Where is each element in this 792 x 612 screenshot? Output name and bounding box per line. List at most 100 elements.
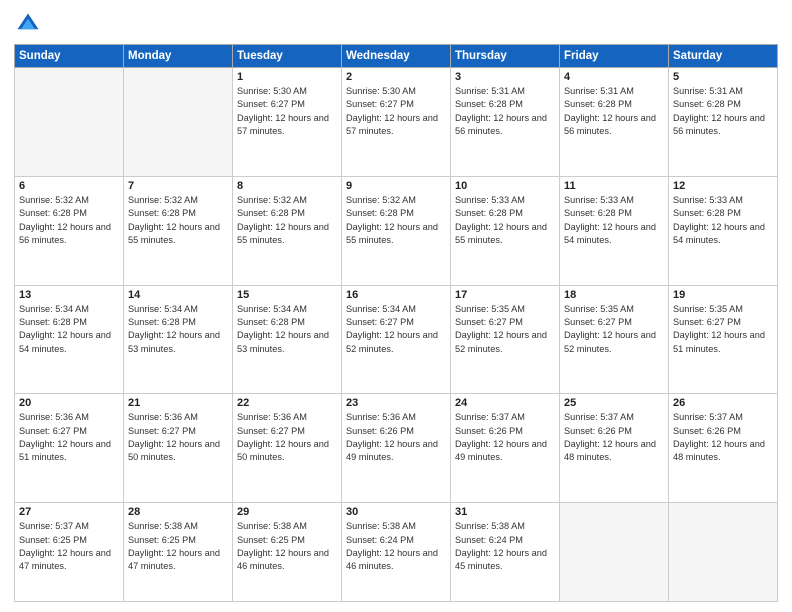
day-info: Sunrise: 5:33 AMSunset: 6:28 PMDaylight:… bbox=[455, 194, 555, 247]
week-row-3: 13 Sunrise: 5:34 AMSunset: 6:28 PMDayligh… bbox=[15, 285, 778, 394]
day-info: Sunrise: 5:38 AMSunset: 6:24 PMDaylight:… bbox=[346, 520, 446, 573]
weekday-header-wednesday: Wednesday bbox=[342, 45, 451, 68]
weekday-header-friday: Friday bbox=[560, 45, 669, 68]
day-info: Sunrise: 5:34 AMSunset: 6:28 PMDaylight:… bbox=[19, 303, 119, 356]
day-number: 20 bbox=[19, 397, 119, 409]
day-info: Sunrise: 5:32 AMSunset: 6:28 PMDaylight:… bbox=[19, 194, 119, 247]
day-number: 4 bbox=[564, 71, 664, 83]
calendar-cell: 19Sunrise: 5:35 AMSunset: 6:27 PMDayligh… bbox=[669, 285, 778, 394]
calendar-cell: 17 Sunrise: 5:35 AMSunset: 6:27 PMDayligh… bbox=[451, 285, 560, 394]
day-info: Sunrise: 5:35 AMSunset: 6:27 PMDaylight:… bbox=[564, 303, 664, 356]
day-number: 16 bbox=[346, 289, 446, 301]
day-number: 2 bbox=[346, 71, 446, 83]
day-number: 9 bbox=[346, 180, 446, 192]
day-info: Sunrise: 5:34 AMSunset: 6:28 PMDaylight:… bbox=[128, 303, 228, 356]
day-number: 14 bbox=[128, 289, 228, 301]
day-number: 17 bbox=[455, 289, 555, 301]
day-number: 24 bbox=[455, 397, 555, 409]
day-number: 7 bbox=[128, 180, 228, 192]
calendar-cell: 14 Sunrise: 5:34 AMSunset: 6:28 PMDayligh… bbox=[124, 285, 233, 394]
day-info: Sunrise: 5:31 AMSunset: 6:28 PMDaylight:… bbox=[673, 85, 773, 138]
day-info: Sunrise: 5:37 AMSunset: 6:25 PMDaylight:… bbox=[19, 520, 119, 573]
calendar-cell: 13 Sunrise: 5:34 AMSunset: 6:28 PMDayligh… bbox=[15, 285, 124, 394]
calendar-cell bbox=[15, 68, 124, 177]
calendar-cell: 4 Sunrise: 5:31 AMSunset: 6:28 PMDaylight… bbox=[560, 68, 669, 177]
calendar-cell: 12 Sunrise: 5:33 AMSunset: 6:28 PMDayligh… bbox=[669, 176, 778, 285]
calendar-cell: 24 Sunrise: 5:37 AMSunset: 6:26 PMDayligh… bbox=[451, 394, 560, 503]
week-row-5: 27Sunrise: 5:37 AMSunset: 6:25 PMDayligh… bbox=[15, 503, 778, 602]
day-number: 5 bbox=[673, 71, 773, 83]
calendar-cell: 25 Sunrise: 5:37 AMSunset: 6:26 PMDayligh… bbox=[560, 394, 669, 503]
week-row-2: 6 Sunrise: 5:32 AMSunset: 6:28 PMDaylight… bbox=[15, 176, 778, 285]
calendar-cell: 6 Sunrise: 5:32 AMSunset: 6:28 PMDaylight… bbox=[15, 176, 124, 285]
day-info: Sunrise: 5:32 AMSunset: 6:28 PMDaylight:… bbox=[237, 194, 337, 247]
calendar-cell: 21Sunrise: 5:36 AMSunset: 6:27 PMDayligh… bbox=[124, 394, 233, 503]
day-info: Sunrise: 5:32 AMSunset: 6:28 PMDaylight:… bbox=[128, 194, 228, 247]
day-number: 3 bbox=[455, 71, 555, 83]
day-number: 15 bbox=[237, 289, 337, 301]
calendar-cell: 8 Sunrise: 5:32 AMSunset: 6:28 PMDaylight… bbox=[233, 176, 342, 285]
day-number: 28 bbox=[128, 506, 228, 518]
day-info: Sunrise: 5:36 AMSunset: 6:27 PMDaylight:… bbox=[128, 411, 228, 464]
day-number: 30 bbox=[346, 506, 446, 518]
day-info: Sunrise: 5:34 AMSunset: 6:27 PMDaylight:… bbox=[346, 303, 446, 356]
day-number: 29 bbox=[237, 506, 337, 518]
day-info: Sunrise: 5:33 AMSunset: 6:28 PMDaylight:… bbox=[673, 194, 773, 247]
logo bbox=[14, 10, 46, 38]
calendar-cell: 1Sunrise: 5:30 AMSunset: 6:27 PMDaylight… bbox=[233, 68, 342, 177]
weekday-header-tuesday: Tuesday bbox=[233, 45, 342, 68]
day-number: 19 bbox=[673, 289, 773, 301]
day-info: Sunrise: 5:37 AMSunset: 6:26 PMDaylight:… bbox=[455, 411, 555, 464]
day-number: 12 bbox=[673, 180, 773, 192]
week-row-1: 1 Sunrise: 5:30 AMSunset: 6:27 PMDaylight… bbox=[15, 68, 778, 177]
calendar-cell: 2 Sunrise: 5:30 AMSunset: 6:27 PMDaylight… bbox=[342, 68, 451, 177]
calendar-cell: 15 Sunrise: 5:34 AMSunset: 6:28 PMDayligh… bbox=[233, 285, 342, 394]
weekday-header-monday: Monday bbox=[124, 45, 233, 68]
day-number: 31 bbox=[455, 506, 555, 518]
calendar-cell: 29 Sunrise: 5:38 AMSunset: 6:25 PMDayligh… bbox=[233, 503, 342, 602]
day-number: 1 bbox=[237, 71, 337, 83]
day-info: Sunrise: 5:36 AMSunset: 6:27 PMDaylight:… bbox=[19, 411, 119, 464]
day-info: Sunrise: 5:31 AMSunset: 6:28 PMDaylight:… bbox=[564, 85, 664, 138]
day-number: 11 bbox=[564, 180, 664, 192]
calendar-cell: 28Sunrise: 5:38 AMSunset: 6:25 PMDayligh… bbox=[124, 503, 233, 602]
day-info: Sunrise: 5:35 AMSunset: 6:27 PMDaylight:… bbox=[455, 303, 555, 356]
day-info: Sunrise: 5:30 AMSunset: 6:27 PMDaylight:… bbox=[346, 85, 446, 138]
calendar-cell: 11 Sunrise: 5:33 AMSunset: 6:28 PMDayligh… bbox=[560, 176, 669, 285]
calendar-cell bbox=[560, 503, 669, 602]
day-info: Sunrise: 5:36 AMSunset: 6:26 PMDaylight:… bbox=[346, 411, 446, 464]
calendar-cell: 31Sunrise: 5:38 AMSunset: 6:24 PMDayligh… bbox=[451, 503, 560, 602]
calendar-cell bbox=[669, 503, 778, 602]
day-info: Sunrise: 5:38 AMSunset: 6:25 PMDaylight:… bbox=[237, 520, 337, 573]
calendar-cell: 16 Sunrise: 5:34 AMSunset: 6:27 PMDayligh… bbox=[342, 285, 451, 394]
day-number: 18 bbox=[564, 289, 664, 301]
weekday-header-thursday: Thursday bbox=[451, 45, 560, 68]
day-number: 13 bbox=[19, 289, 119, 301]
calendar-cell: 23 Sunrise: 5:36 AMSunset: 6:26 PMDayligh… bbox=[342, 394, 451, 503]
calendar-cell: 10Sunrise: 5:33 AMSunset: 6:28 PMDayligh… bbox=[451, 176, 560, 285]
day-number: 6 bbox=[19, 180, 119, 192]
weekday-header-sunday: Sunday bbox=[15, 45, 124, 68]
week-row-4: 20 Sunrise: 5:36 AMSunset: 6:27 PMDayligh… bbox=[15, 394, 778, 503]
day-info: Sunrise: 5:34 AMSunset: 6:28 PMDaylight:… bbox=[237, 303, 337, 356]
day-number: 25 bbox=[564, 397, 664, 409]
day-info: Sunrise: 5:36 AMSunset: 6:27 PMDaylight:… bbox=[237, 411, 337, 464]
calendar-cell: 30 Sunrise: 5:38 AMSunset: 6:24 PMDayligh… bbox=[342, 503, 451, 602]
weekday-header-saturday: Saturday bbox=[669, 45, 778, 68]
day-info: Sunrise: 5:32 AMSunset: 6:28 PMDaylight:… bbox=[346, 194, 446, 247]
calendar: SundayMondayTuesdayWednesdayThursdayFrid… bbox=[14, 44, 778, 602]
day-info: Sunrise: 5:37 AMSunset: 6:26 PMDaylight:… bbox=[673, 411, 773, 464]
calendar-cell: 27Sunrise: 5:37 AMSunset: 6:25 PMDayligh… bbox=[15, 503, 124, 602]
calendar-cell: 9 Sunrise: 5:32 AMSunset: 6:28 PMDaylight… bbox=[342, 176, 451, 285]
calendar-cell: 7 Sunrise: 5:32 AMSunset: 6:28 PMDaylight… bbox=[124, 176, 233, 285]
day-number: 23 bbox=[346, 397, 446, 409]
day-info: Sunrise: 5:33 AMSunset: 6:28 PMDaylight:… bbox=[564, 194, 664, 247]
day-info: Sunrise: 5:31 AMSunset: 6:28 PMDaylight:… bbox=[455, 85, 555, 138]
page: SundayMondayTuesdayWednesdayThursdayFrid… bbox=[0, 0, 792, 612]
day-number: 26 bbox=[673, 397, 773, 409]
day-info: Sunrise: 5:37 AMSunset: 6:26 PMDaylight:… bbox=[564, 411, 664, 464]
day-number: 8 bbox=[237, 180, 337, 192]
calendar-cell: 22 Sunrise: 5:36 AMSunset: 6:27 PMDayligh… bbox=[233, 394, 342, 503]
day-number: 22 bbox=[237, 397, 337, 409]
calendar-cell bbox=[124, 68, 233, 177]
